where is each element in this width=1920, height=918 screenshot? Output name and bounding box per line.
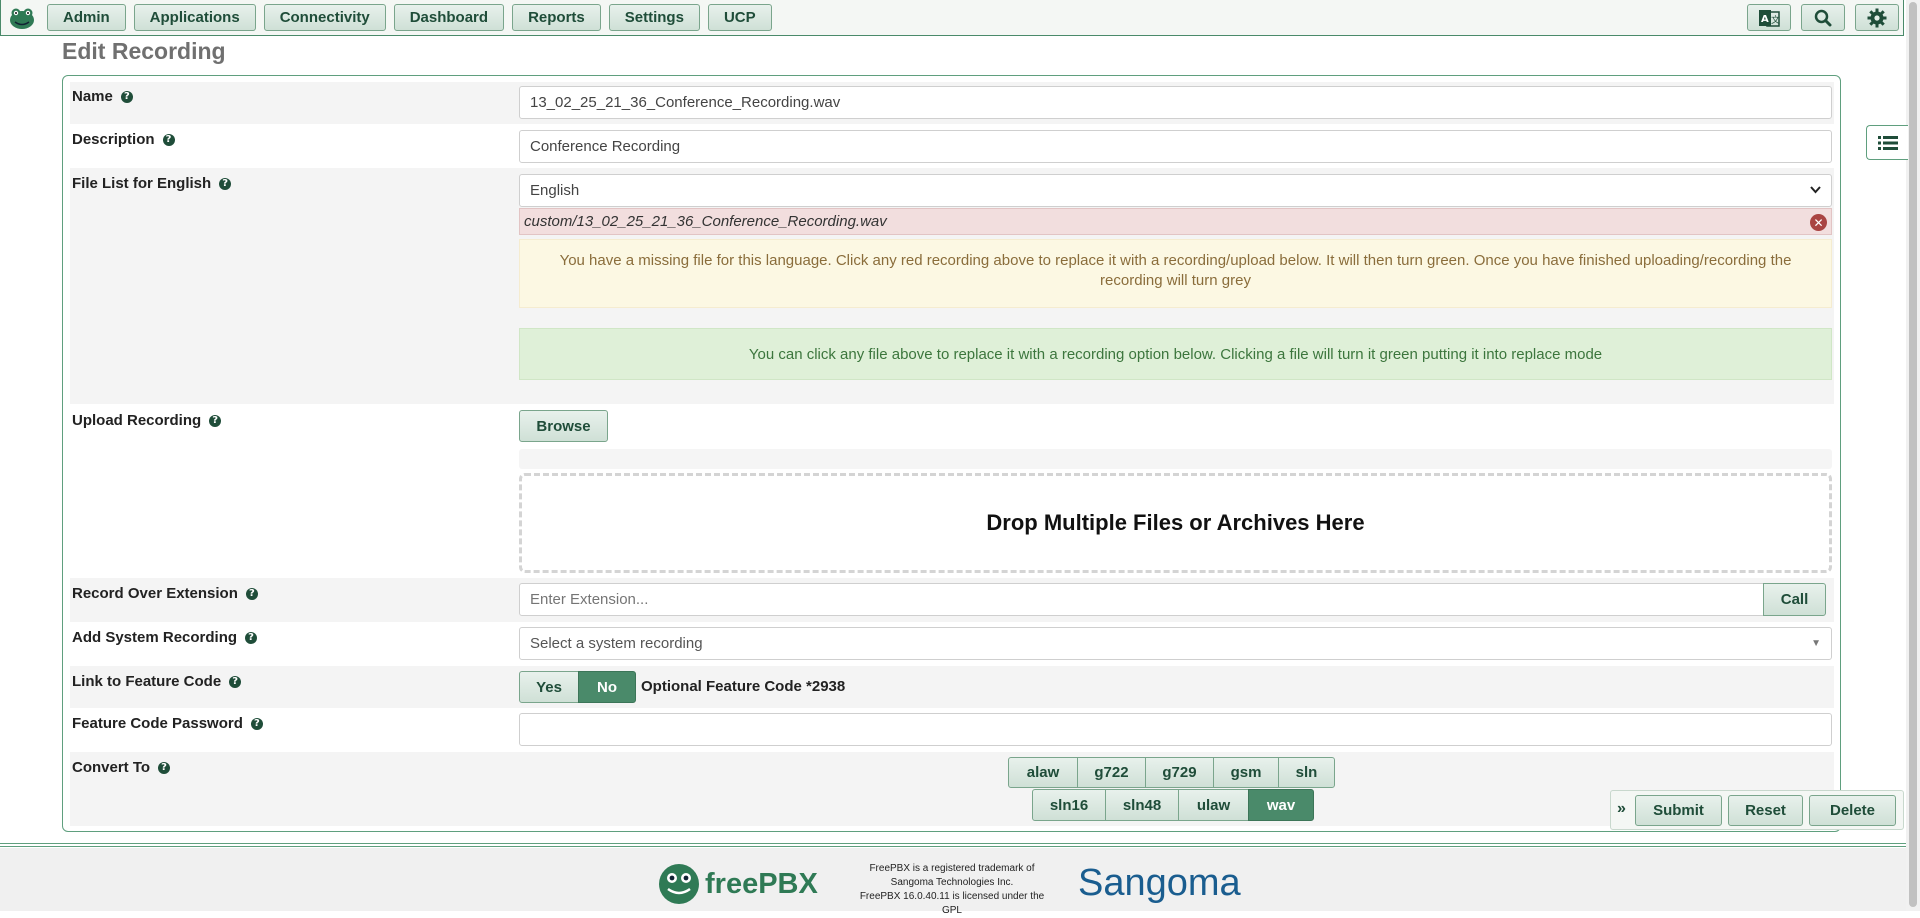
help-icon[interactable]: ? <box>219 177 232 190</box>
nav-reports[interactable]: Reports <box>512 4 601 31</box>
help-icon[interactable]: ? <box>209 414 222 427</box>
format-alaw[interactable]: alaw <box>1008 757 1078 788</box>
format-sln48[interactable]: sln48 <box>1105 789 1179 821</box>
remove-file-icon[interactable]: ✕ <box>1810 214 1827 231</box>
name-label: Name? <box>72 88 133 105</box>
format-wav[interactable]: wav <box>1248 789 1314 821</box>
freepbx-footer-logo[interactable]: freePBX <box>657 862 818 906</box>
feature-password-label: Feature Code Password? <box>72 715 263 732</box>
help-icon[interactable]: ? <box>158 761 171 774</box>
format-sln[interactable]: sln <box>1278 757 1335 788</box>
page-title: Edit Recording <box>62 38 226 64</box>
record-over-label: Record Over Extension? <box>72 585 258 602</box>
description-label: Description? <box>72 131 175 148</box>
file-list-label: File List for English? <box>72 175 232 192</box>
missing-file-warning: You have a missing file for this languag… <box>519 239 1832 308</box>
convert-to-row: Convert To? <box>70 752 1834 826</box>
page-scrollbar[interactable] <box>1906 0 1920 911</box>
convert-format-row1: alaw g722 g729 gsm sln <box>1008 757 1335 788</box>
format-ulaw[interactable]: ulaw <box>1178 789 1249 821</box>
footer-license-text: FreePBX is a registered trademark of San… <box>859 863 1045 916</box>
nav-applications[interactable]: Applications <box>133 4 256 31</box>
list-icon <box>1877 135 1898 150</box>
action-bar: » Submit Reset Delete <box>1610 790 1904 830</box>
freepbx-frog-icon <box>659 864 699 904</box>
help-icon[interactable]: ? <box>245 631 258 644</box>
system-recording-select[interactable]: Select a system recording ▼ <box>519 627 1832 660</box>
feature-code-yes-button[interactable]: Yes <box>519 671 579 703</box>
browse-button[interactable]: Browse <box>519 410 608 442</box>
search-button[interactable] <box>1801 4 1845 31</box>
description-input[interactable]: Conference Recording <box>519 130 1832 163</box>
delete-button[interactable]: Delete <box>1809 795 1896 826</box>
help-icon[interactable]: ? <box>162 133 175 146</box>
top-nav: Admin Applications Connectivity Dashboar… <box>0 0 1904 36</box>
help-icon[interactable]: ? <box>229 675 242 688</box>
scrollbar-thumb[interactable] <box>1909 2 1917 907</box>
feature-code-no-button[interactable]: No <box>578 671 636 703</box>
freepbx-frog-logo-icon[interactable] <box>7 5 37 31</box>
expand-actions-icon[interactable]: » <box>1617 800 1626 818</box>
upload-label: Upload Recording? <box>72 412 222 429</box>
system-recording-label: Add System Recording? <box>72 629 258 646</box>
language-icon: A 文 <box>1759 9 1780 27</box>
nav-settings[interactable]: Settings <box>608 4 700 31</box>
language-button[interactable]: A 文 <box>1747 4 1791 31</box>
gear-icon <box>1867 8 1887 27</box>
help-icon[interactable]: ? <box>250 717 263 730</box>
help-icon[interactable]: ? <box>120 90 133 103</box>
convert-format-row2: sln16 sln48 ulaw wav <box>1032 789 1314 821</box>
nav-admin[interactable]: Admin <box>47 4 126 31</box>
format-g722[interactable]: g722 <box>1077 757 1146 788</box>
language-select[interactable]: English <box>519 174 1832 207</box>
convert-to-label: Convert To? <box>72 759 171 776</box>
feature-code-toggle: Yes No <box>519 671 636 703</box>
missing-file-item[interactable]: custom/13_02_25_21_36_Conference_Recordi… <box>519 208 1832 235</box>
submit-button[interactable]: Submit <box>1635 795 1722 826</box>
replace-mode-info: You can click any file above to replace … <box>519 328 1832 380</box>
format-gsm[interactable]: gsm <box>1213 757 1279 788</box>
svg-text:文: 文 <box>1771 14 1780 26</box>
nav-connectivity[interactable]: Connectivity <box>263 4 386 31</box>
feature-password-input[interactable] <box>519 713 1832 746</box>
sidebar-toggle-button[interactable] <box>1866 125 1908 160</box>
file-dropzone[interactable]: Drop Multiple Files or Archives Here <box>519 473 1832 573</box>
search-icon <box>1814 9 1832 26</box>
upload-progress-bar <box>519 449 1832 469</box>
footer-divider <box>0 843 1906 847</box>
optional-feature-code-text: Optional Feature Code *2938 <box>641 678 846 695</box>
settings-button[interactable] <box>1855 4 1899 31</box>
caret-down-icon: ▼ <box>1811 638 1821 649</box>
sangoma-logo[interactable]: Sangoma <box>1078 862 1241 905</box>
reset-button[interactable]: Reset <box>1728 795 1803 826</box>
feature-code-row: Link to Feature Code? <box>70 666 1834 708</box>
feature-code-label: Link to Feature Code? <box>72 673 242 690</box>
nav-dashboard[interactable]: Dashboard <box>393 4 505 31</box>
chevron-down-icon <box>1810 183 1821 197</box>
format-g729[interactable]: g729 <box>1145 757 1214 788</box>
call-button[interactable]: Call <box>1763 583 1826 616</box>
extension-input[interactable] <box>519 583 1764 616</box>
format-sln16[interactable]: sln16 <box>1032 789 1106 821</box>
name-input[interactable]: 13_02_25_21_36_Conference_Recording.wav <box>519 86 1832 119</box>
nav-ucp[interactable]: UCP <box>707 4 772 31</box>
svg-text:A: A <box>1761 14 1769 25</box>
help-icon[interactable]: ? <box>245 587 258 600</box>
